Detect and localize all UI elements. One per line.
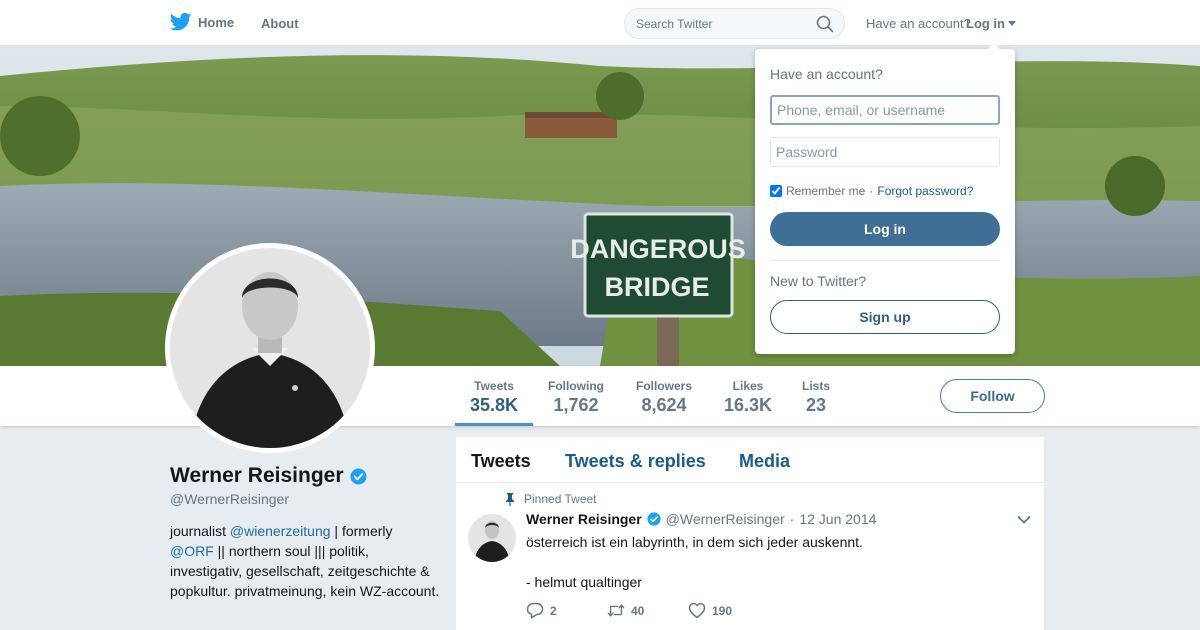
tab-tweets-replies[interactable]: Tweets & replies — [565, 451, 706, 472]
retweet-icon — [607, 604, 625, 617]
login-dropdown-toggle[interactable]: Log in — [966, 16, 1016, 31]
login-dropdown: Have an account? Remember me · Forgot pa… — [755, 49, 1015, 354]
stat-label: Lists — [802, 379, 831, 393]
tweet-author-handle[interactable]: @WernerReisinger — [666, 511, 785, 527]
avatar-photo — [170, 248, 370, 448]
login-button[interactable]: Log in — [770, 212, 1000, 246]
stat-value: 1,762 — [553, 395, 599, 415]
follow-button[interactable]: Follow — [940, 379, 1045, 413]
sign-text-line2: BRIDGE — [604, 272, 709, 302]
stat-lists[interactable]: Lists 23 — [802, 379, 830, 416]
like-button[interactable]: 190 — [688, 602, 769, 619]
tweet-avatar-photo — [468, 514, 516, 562]
sign-text-line1: DANGEROUS — [570, 234, 746, 264]
remember-me-label: Remember me — [786, 184, 866, 198]
tweet-avatar[interactable] — [468, 514, 516, 562]
tweet-header: Werner Reisinger @WernerReisinger · 12 J… — [526, 511, 876, 527]
twitter-bird-icon — [170, 12, 192, 31]
nav-home-label: Home — [198, 14, 235, 30]
stat-value: 35.8K — [470, 395, 519, 415]
divider — [770, 260, 1000, 261]
tweet-text-line: österreich ist ein labyrinth, in dem sic… — [526, 534, 863, 550]
retweet-count: 40 — [631, 603, 645, 618]
stat-value: 23 — [805, 395, 827, 415]
pinned-tweet-label: Pinned Tweet — [504, 492, 597, 506]
active-stat-underline — [455, 423, 533, 426]
tweet-timestamp[interactable]: 12 Jun 2014 — [799, 511, 876, 527]
stat-label: Tweets — [474, 379, 514, 393]
tweet-text-line: - helmut qualtinger — [526, 574, 642, 590]
timeline-tabs: Tweets Tweets & replies Media — [456, 437, 1044, 483]
verified-badge-icon — [349, 467, 367, 485]
search-icon[interactable] — [816, 15, 834, 33]
tweet-separator: · — [789, 511, 795, 527]
nav-about-link[interactable]: About — [261, 16, 299, 31]
remember-row: Remember me · Forgot password? — [770, 184, 973, 198]
stat-label: Followers — [636, 379, 693, 393]
remember-me-checkbox[interactable] — [770, 185, 782, 197]
profile-bio: journalist @wienerzeitung | formerly @OR… — [170, 521, 440, 601]
top-navigation-bar: Home About Have an account? Log in — [0, 0, 1200, 46]
timeline: Tweets Tweets & replies Media Pinned Twe… — [456, 437, 1044, 630]
stat-label: Following — [548, 379, 604, 393]
nav-home-link[interactable]: Home — [170, 12, 234, 32]
profile-avatar[interactable] — [165, 243, 375, 453]
pinned-text: Pinned Tweet — [524, 492, 597, 506]
caret-down-icon — [1008, 21, 1016, 26]
dropdown-title: Have an account? — [770, 66, 883, 82]
bio-text: | formerly — [330, 523, 393, 539]
profile-name-row: Werner Reisinger — [170, 464, 367, 488]
tweet-actions: 2 40 190 — [526, 602, 769, 619]
tweet-text: österreich ist ein labyrinth, in dem sic… — [526, 532, 863, 592]
chevron-down-icon[interactable] — [1017, 515, 1031, 525]
bio-text: journalist — [170, 523, 230, 539]
login-link-label: Log in — [966, 16, 1005, 31]
stat-followers[interactable]: Followers 8,624 — [636, 379, 692, 416]
search-input[interactable] — [636, 15, 806, 33]
stat-label: Likes — [732, 379, 764, 393]
username-input[interactable] — [770, 95, 1000, 125]
tweet-author-name[interactable]: Werner Reisinger — [526, 511, 642, 527]
stat-value: 16.3K — [724, 395, 773, 415]
dropdown-caret — [986, 43, 1002, 51]
tab-media[interactable]: Media — [739, 451, 790, 472]
tab-tweets[interactable]: Tweets — [471, 451, 531, 472]
stat-likes[interactable]: Likes 16.3K — [724, 379, 772, 416]
separator-dot: · — [869, 184, 874, 198]
retweet-button[interactable]: 40 — [607, 602, 688, 619]
stat-value: 8,624 — [641, 395, 687, 415]
have-account-text: Have an account? — [866, 16, 971, 31]
profile-handle: @WernerReisinger — [170, 491, 289, 507]
bio-mention-link[interactable]: @wienerzeitung — [230, 523, 331, 539]
new-to-twitter-text: New to Twitter? — [770, 273, 867, 289]
stat-tweets[interactable]: Tweets 35.8K — [470, 379, 518, 416]
password-input[interactable] — [770, 137, 1000, 167]
forgot-password-link[interactable]: Forgot password? — [877, 184, 973, 198]
heart-icon — [688, 602, 706, 619]
search-box — [624, 8, 845, 39]
verified-badge-icon — [647, 512, 661, 526]
bio-mention-link[interactable]: @ORF — [170, 543, 214, 559]
like-count: 190 — [712, 603, 733, 618]
pin-icon — [506, 492, 514, 506]
stat-following[interactable]: Following 1,762 — [548, 379, 604, 416]
reply-button[interactable]: 2 — [526, 602, 607, 619]
reply-count: 2 — [550, 603, 557, 618]
profile-name[interactable]: Werner Reisinger — [170, 464, 344, 488]
signup-button[interactable]: Sign up — [770, 300, 1000, 334]
reply-icon — [526, 602, 544, 619]
